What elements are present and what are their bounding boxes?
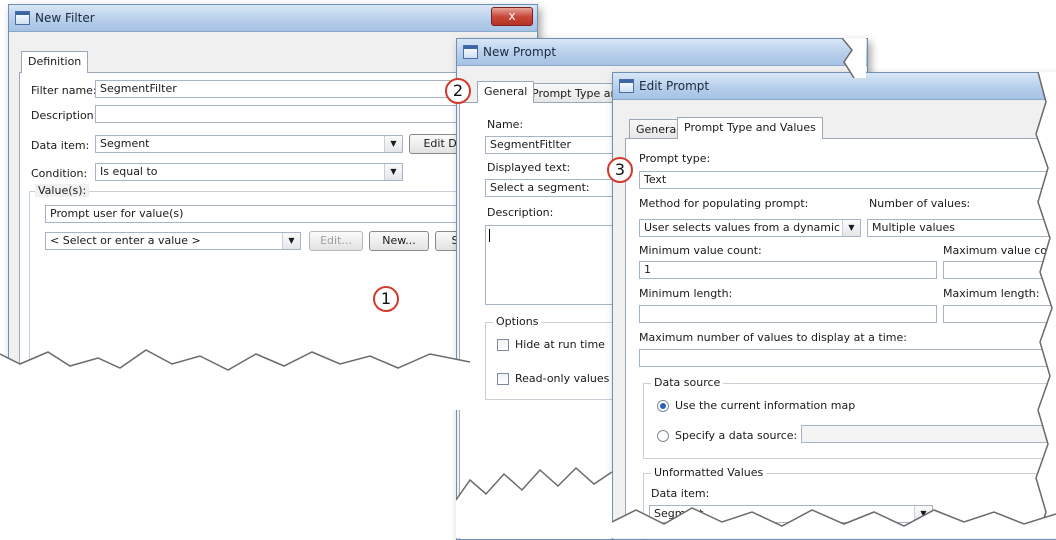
num-values-label: Number of values: bbox=[869, 197, 971, 210]
max-length-label: Maximum length: bbox=[943, 287, 1040, 300]
displayed-text-input[interactable]: Select a segment: bbox=[485, 179, 615, 197]
tab-prompt-type[interactable]: Prompt Type and Values bbox=[525, 83, 615, 103]
new-button[interactable]: New... bbox=[369, 231, 429, 251]
max-value-count-label: Maximum value count: bbox=[943, 244, 1056, 257]
prompt-type-label: Prompt type: bbox=[639, 152, 711, 165]
displayed-text-label: Displayed text: bbox=[487, 161, 571, 174]
method-select[interactable]: User selects values from a dynamic list … bbox=[639, 219, 861, 237]
data-source-label: Data source bbox=[651, 376, 724, 389]
window-icon bbox=[619, 79, 634, 93]
description-textarea[interactable] bbox=[485, 225, 615, 305]
name-input[interactable]: SegmentFitlter bbox=[485, 136, 615, 154]
step-marker-1: 1 bbox=[373, 286, 399, 312]
prompt-type-input[interactable]: Text bbox=[639, 171, 1056, 189]
name-label: Name: bbox=[487, 118, 524, 131]
method-label: Method for populating prompt: bbox=[639, 197, 809, 210]
step-marker-3: 3 bbox=[607, 157, 633, 183]
min-value-count-label: Minimum value count: bbox=[639, 244, 762, 257]
min-length-input[interactable] bbox=[639, 305, 937, 323]
max-length-input[interactable] bbox=[943, 305, 1056, 323]
data-item-label: Data item: bbox=[31, 139, 90, 152]
unformatted-values-label: Unformatted Values bbox=[651, 466, 767, 479]
data-item-label: Data item: bbox=[651, 487, 710, 500]
window-icon bbox=[463, 45, 478, 59]
data-source-group bbox=[643, 383, 1056, 459]
data-item-value: Segment bbox=[100, 137, 150, 150]
values-label: Value(s): bbox=[35, 184, 90, 197]
condition-label: Condition: bbox=[31, 167, 88, 180]
text-cursor bbox=[489, 229, 490, 242]
tab-general[interactable]: General bbox=[477, 81, 535, 103]
use-current-map-radio[interactable] bbox=[657, 400, 669, 412]
use-current-map-label: Use the current information map bbox=[675, 399, 856, 412]
method-value: User selects values from a dynamic list bbox=[644, 221, 860, 234]
chevron-down-icon[interactable]: ▼ bbox=[282, 233, 300, 249]
value-select[interactable]: < Select or enter a value > ▼ bbox=[45, 232, 301, 250]
value-select-placeholder: < Select or enter a value > bbox=[50, 234, 201, 247]
data-source-input[interactable] bbox=[801, 425, 1056, 443]
chevron-down-icon[interactable]: ▼ bbox=[384, 136, 402, 152]
max-display-label: Maximum number of values to display at a… bbox=[639, 331, 907, 344]
window-icon bbox=[15, 11, 30, 25]
chevron-down-icon[interactable]: ▼ bbox=[914, 506, 932, 522]
hide-at-run-time-label: Hide at run time bbox=[515, 338, 605, 351]
close-icon[interactable]: x bbox=[491, 7, 533, 26]
options-label: Options bbox=[493, 315, 542, 328]
hide-at-run-time-checkbox[interactable] bbox=[497, 339, 509, 351]
description-label: Description: bbox=[487, 206, 554, 219]
max-value-count-input[interactable] bbox=[943, 261, 1056, 279]
num-values-select[interactable]: Multiple values bbox=[867, 219, 1056, 237]
read-only-values-checkbox[interactable] bbox=[497, 373, 509, 385]
data-item-select[interactable]: Segment ▼ bbox=[649, 505, 933, 523]
options-group bbox=[485, 322, 625, 400]
new-prompt-titlebar[interactable]: New Prompt bbox=[457, 39, 867, 66]
edit-prompt-window: Edit Prompt General Prompt Type and Valu… bbox=[612, 72, 1056, 540]
edit-button[interactable]: Edit... bbox=[309, 231, 363, 251]
specify-source-label: Specify a data source: bbox=[675, 429, 798, 442]
step-marker-2: 2 bbox=[445, 78, 471, 104]
min-length-label: Minimum length: bbox=[639, 287, 733, 300]
edit-prompt-titlebar[interactable]: Edit Prompt bbox=[613, 73, 1056, 100]
data-item-select[interactable]: Segment ▼ bbox=[95, 135, 403, 153]
filter-name-label: Filter name: bbox=[31, 84, 97, 97]
max-display-input[interactable] bbox=[639, 349, 1056, 367]
condition-select[interactable]: Is equal to ▼ bbox=[95, 163, 403, 181]
new-prompt-title: New Prompt bbox=[483, 45, 557, 59]
condition-value: Is equal to bbox=[100, 165, 158, 178]
chevron-down-icon[interactable]: ▼ bbox=[842, 220, 860, 236]
read-only-values-label: Read-only values bbox=[515, 372, 610, 385]
new-filter-title: New Filter bbox=[35, 11, 95, 25]
data-item-value: Segment bbox=[654, 507, 704, 520]
tab-prompt-type-values[interactable]: Prompt Type and Values bbox=[677, 117, 823, 139]
new-filter-titlebar[interactable]: New Filter x bbox=[9, 5, 537, 32]
chevron-down-icon[interactable]: ▼ bbox=[384, 164, 402, 180]
edit-prompt-title: Edit Prompt bbox=[639, 79, 710, 93]
description-label: Description: bbox=[31, 109, 98, 122]
specify-source-radio[interactable] bbox=[657, 430, 669, 442]
min-value-count-input[interactable]: 1 bbox=[639, 261, 937, 279]
tab-definition[interactable]: Definition bbox=[21, 51, 89, 73]
